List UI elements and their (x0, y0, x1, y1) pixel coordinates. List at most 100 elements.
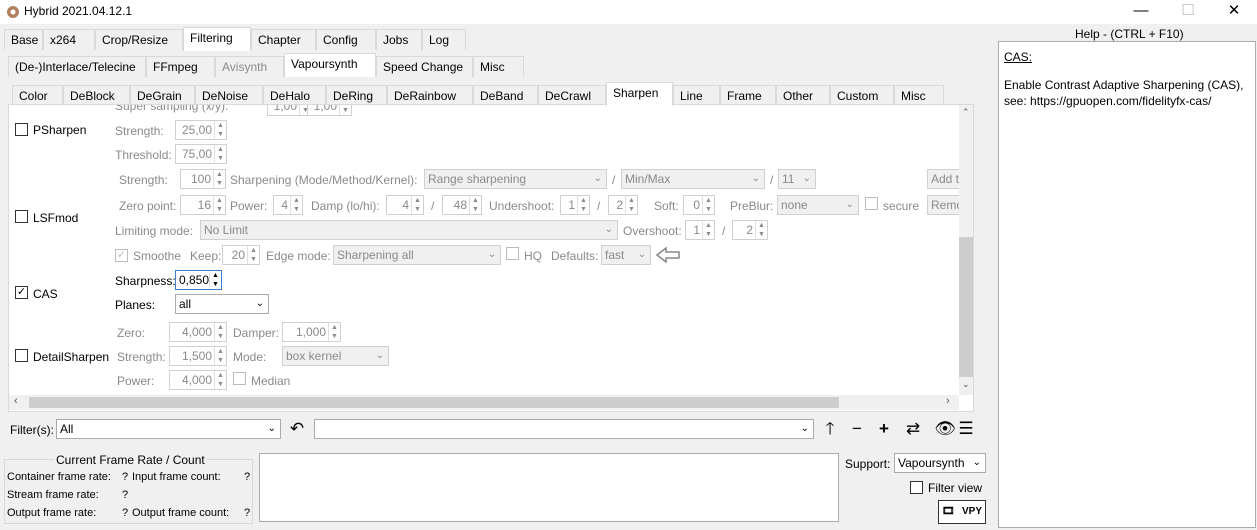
close-button[interactable]: ✕ (1211, 0, 1257, 24)
tab-custom[interactable]: Custom (830, 85, 894, 106)
horizontal-scrollbar[interactable]: ‹ › (9, 395, 959, 410)
tab-crop-resize[interactable]: Crop/Resize (95, 29, 183, 50)
scroll-right-icon[interactable]: › (946, 395, 950, 407)
minimize-button[interactable]: — (1118, 0, 1164, 24)
container-rate-label: Container frame rate: (7, 471, 111, 483)
lsfmod-undershoot1-spin[interactable]: 1 ▲ ▼ (560, 195, 590, 215)
lsfmod-damp-lo-spin[interactable]: 4 ▲ ▼ (386, 195, 424, 215)
tab-decrawl[interactable]: DeCrawl (538, 85, 606, 106)
tab-filter-misc[interactable]: Misc (894, 85, 944, 106)
cas-sharpness-spin[interactable]: 0,850 ▲ ▼ (175, 270, 222, 290)
tab-filtering[interactable]: Filtering (183, 27, 251, 51)
tab-denoise[interactable]: DeNoise (195, 85, 263, 106)
lsfmod-defaults-select[interactable]: fast ⌄ (601, 245, 651, 265)
lsfmod-defaults-label: Defaults: (551, 249, 599, 263)
lsfmod-edge-select[interactable]: Sharpening all ⌄ (333, 245, 501, 265)
scroll-left-icon[interactable]: ‹ (14, 395, 18, 407)
tab-dering[interactable]: DeRing (326, 85, 387, 106)
lsfmod-hq-checkbox[interactable] (506, 247, 519, 260)
detailsharpen-mode-select[interactable]: box kernel ⌄ (282, 346, 389, 366)
lsfmod-zero-spin[interactable]: 16 ▲ ▼ (180, 195, 226, 215)
supersampling-y-spin[interactable]: 1,00▲▼ (307, 105, 352, 116)
supersampling-x-spin[interactable]: 1,00▲▼ (267, 105, 312, 116)
vertical-scrollbar[interactable]: ⌃ ⌄ (959, 105, 973, 395)
detailsharpen-median-checkbox[interactable] (233, 372, 246, 385)
output-count-label: Output frame count: (132, 507, 230, 519)
swap-icon[interactable]: ⇄ (902, 419, 924, 439)
tab-log[interactable]: Log (422, 29, 466, 50)
lsfmod-checkbox[interactable] (15, 210, 28, 223)
tab-deinterlace[interactable]: (De-)Interlace/Telecine (8, 56, 146, 77)
lsfmod-mode-select[interactable]: Range sharpening ⌄ (424, 169, 607, 189)
tab-avisynth[interactable]: Avisynth (215, 56, 284, 77)
psharpen-threshold-spin[interactable]: 75,00 ▲ ▼ (175, 144, 227, 164)
tab-deband[interactable]: DeBand (473, 85, 538, 106)
lsfmod-damp-hi-spin[interactable]: 48 ▲ ▼ (442, 195, 482, 215)
tab-dehalo[interactable]: DeHalo (263, 85, 326, 106)
detailsharpen-zero-spin[interactable]: 4,000 ▲ ▼ (169, 322, 227, 342)
lsfmod-zero-label: Zero point: (119, 199, 177, 213)
list-icon[interactable]: ☰ (955, 419, 977, 439)
tab-sub-misc[interactable]: Misc (473, 56, 524, 77)
lsfmod-strength-spin[interactable]: 100 ▲ ▼ (180, 169, 226, 189)
psharpen-strength-spin[interactable]: 25,00 ▲ ▼ (175, 120, 227, 140)
cas-planes-select[interactable]: all ⌄ (175, 294, 269, 314)
lsfmod-keep-spin[interactable]: 20 ▲ ▼ (222, 245, 260, 265)
separator: / (770, 173, 774, 187)
maximize-button[interactable]: ☐ (1165, 0, 1211, 24)
add-icon[interactable]: + (873, 419, 895, 439)
lsfmod-limit-label: Limiting mode: (115, 224, 194, 238)
sharpen-panel: Super sampling (x/y): 1,00▲▼ / 1,00▲▼ PS… (8, 104, 974, 412)
support-select[interactable]: Vapoursynth ⌄ (894, 453, 986, 473)
lsfmod-smoothe-checkbox[interactable]: ✓ (115, 249, 128, 262)
tab-line[interactable]: Line (673, 85, 720, 106)
lsfmod-overshoot2-spin[interactable]: 2 ▲ ▼ (732, 220, 768, 240)
lsfmod-method-select[interactable]: Min/Max ⌄ (621, 169, 765, 189)
tab-chapter[interactable]: Chapter (251, 29, 316, 50)
script-preview-area[interactable] (259, 453, 839, 522)
cas-checkbox[interactable]: ✓ (15, 286, 28, 299)
vertical-scroll-thumb[interactable] (959, 237, 973, 377)
remove-icon[interactable]: − (846, 419, 868, 439)
lsfmod-soft-spin[interactable]: 0 ▲ ▼ (683, 195, 715, 215)
vpy-preview-button[interactable]: 🎞 VPY (938, 500, 986, 524)
lsfmod-kernel-select[interactable]: 11 ⌄ (778, 169, 816, 189)
detailsharpen-damper-spin[interactable]: 1,000 ▲ ▼ (282, 322, 341, 342)
detailsharpen-strength-spin[interactable]: 1,500 ▲ ▼ (169, 346, 227, 366)
filter-order-select[interactable]: ⌄ (314, 419, 814, 439)
tab-base[interactable]: Base (4, 29, 43, 50)
horizontal-scroll-thumb[interactable] (29, 397, 839, 408)
lsfmod-edge-label: Edge mode: (266, 249, 331, 263)
lsfmod-limit-select[interactable]: No Limit ⌄ (200, 220, 618, 240)
supersampling-label: Super sampling (x/y): (115, 104, 229, 113)
tab-derainbow[interactable]: DeRainbow (387, 85, 473, 106)
tab-config[interactable]: Config (316, 29, 376, 50)
tab-sharpen[interactable]: Sharpen (606, 82, 673, 106)
filters-select[interactable]: All ⌄ (56, 419, 281, 439)
lsfmod-preblur-select[interactable]: none ⌄ (777, 195, 859, 215)
filter-view-checkbox[interactable] (910, 481, 923, 494)
lsfmod-overshoot1-spin[interactable]: 1 ▲ ▼ (685, 220, 715, 240)
lsfmod-power-spin[interactable]: 4 ▲ ▼ (273, 195, 303, 215)
apply-defaults-arrow-icon[interactable] (655, 246, 681, 267)
preview-eye-icon[interactable]: 👁 (934, 419, 956, 439)
lsfmod-undershoot2-spin[interactable]: 2 ▲ ▼ (608, 195, 638, 215)
tab-jobs[interactable]: Jobs (376, 29, 422, 50)
undo-icon[interactable]: ↶ (286, 419, 308, 439)
detailsharpen-checkbox[interactable] (15, 349, 28, 362)
tab-color[interactable]: Color (12, 85, 63, 106)
lsfmod-secure-checkbox[interactable] (865, 197, 878, 210)
tab-deblock[interactable]: DeBlock (63, 85, 130, 106)
tab-vapoursynth[interactable]: Vapoursynth (284, 53, 376, 77)
tab-frame[interactable]: Frame (720, 85, 776, 106)
scroll-down-icon[interactable]: ⌄ (962, 379, 970, 390)
psharpen-checkbox[interactable] (15, 123, 28, 136)
scroll-up-icon[interactable]: ⌃ (962, 107, 970, 118)
detailsharpen-power-spin[interactable]: 4,000 ▲ ▼ (169, 370, 227, 390)
tab-x264[interactable]: x264 (43, 29, 95, 50)
tab-other[interactable]: Other (776, 85, 830, 106)
move-up-icon[interactable]: 🡑 (819, 419, 841, 439)
tab-speed-change[interactable]: Speed Change (376, 56, 473, 77)
tab-degrain[interactable]: DeGrain (130, 85, 195, 106)
tab-ffmpeg[interactable]: FFmpeg (146, 56, 215, 77)
